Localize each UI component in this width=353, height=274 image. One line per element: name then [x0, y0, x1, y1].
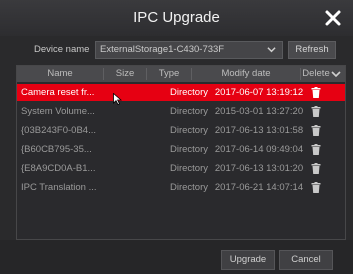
file-name: Camera reset fr...	[21, 87, 95, 98]
ipc-upgrade-dialog: IPC Upgrade Device name ExternalStorage1…	[0, 0, 353, 274]
dialog-title: IPC Upgrade	[133, 9, 220, 26]
file-name: {E8A9CD0A-B1...	[21, 163, 96, 174]
file-name: IPC Translation ...	[21, 182, 97, 193]
mouse-cursor-icon	[113, 93, 122, 105]
close-icon[interactable]	[323, 8, 343, 28]
table-row[interactable]: System Volume... Directory 2015-03-01 13…	[17, 103, 345, 120]
file-type: Directory	[169, 125, 208, 136]
file-name: {B60CB795-35...	[21, 144, 92, 155]
trash-icon[interactable]	[311, 87, 321, 98]
file-type: Directory	[169, 106, 208, 117]
table-row[interactable]: {03B243F0-0B4... Directory 2017-06-13 13…	[17, 122, 345, 139]
table-row[interactable]: Camera reset fr... Directory 2017-06-07 …	[17, 84, 345, 101]
file-type: Directory	[169, 163, 208, 174]
column-header-type[interactable]: Type	[147, 66, 191, 82]
table-header: Name Size Type Modify date Delete	[17, 66, 345, 82]
refresh-button[interactable]: Refresh	[288, 41, 336, 59]
table-row[interactable]: IPC Translation ... Directory 2017-06-21…	[17, 179, 345, 196]
trash-icon[interactable]	[311, 125, 321, 136]
device-name-label: Device name	[34, 44, 90, 55]
table-row[interactable]: {B60CB795-35... Directory 2017-06-14 09:…	[17, 141, 345, 158]
file-type: Directory	[169, 87, 208, 98]
file-type: Directory	[169, 144, 208, 155]
column-header-name[interactable]: Name	[17, 66, 103, 82]
file-name: {03B243F0-0B4...	[21, 125, 96, 136]
file-table: Name Size Type Modify date Delete Camera…	[16, 65, 346, 240]
upgrade-button[interactable]: Upgrade	[221, 250, 275, 270]
cancel-button[interactable]: Cancel	[279, 250, 333, 270]
file-modify-date: 2017-06-14 09:49:04	[214, 144, 304, 155]
file-modify-date: 2017-06-21 14:07:14	[214, 182, 304, 193]
column-header-size[interactable]: Size	[104, 66, 146, 82]
trash-icon[interactable]	[311, 163, 321, 174]
trash-icon[interactable]	[311, 106, 321, 117]
column-header-modify-date[interactable]: Modify date	[192, 66, 300, 82]
trash-icon[interactable]	[311, 144, 321, 155]
column-header-delete[interactable]: Delete	[301, 66, 331, 82]
file-modify-date: 2017-06-07 13:19:12	[214, 87, 304, 98]
trash-icon[interactable]	[311, 182, 321, 193]
file-modify-date: 2015-03-01 13:27:20	[214, 106, 304, 117]
table-row[interactable]: {E8A9CD0A-B1... Directory 2017-06-13 13:…	[17, 160, 345, 177]
chevron-down-icon	[267, 47, 276, 53]
title-bar: IPC Upgrade	[0, 0, 353, 36]
chevron-down-icon[interactable]	[331, 69, 341, 79]
device-name-value: ExternalStorage1-C430-733F	[100, 44, 225, 55]
file-modify-date: 2017-06-13 13:01:20	[214, 163, 304, 174]
device-name-select[interactable]: ExternalStorage1-C430-733F	[95, 41, 283, 59]
file-name: System Volume...	[21, 106, 95, 117]
file-type: Directory	[169, 182, 208, 193]
file-modify-date: 2017-06-13 13:01:58	[214, 125, 304, 136]
